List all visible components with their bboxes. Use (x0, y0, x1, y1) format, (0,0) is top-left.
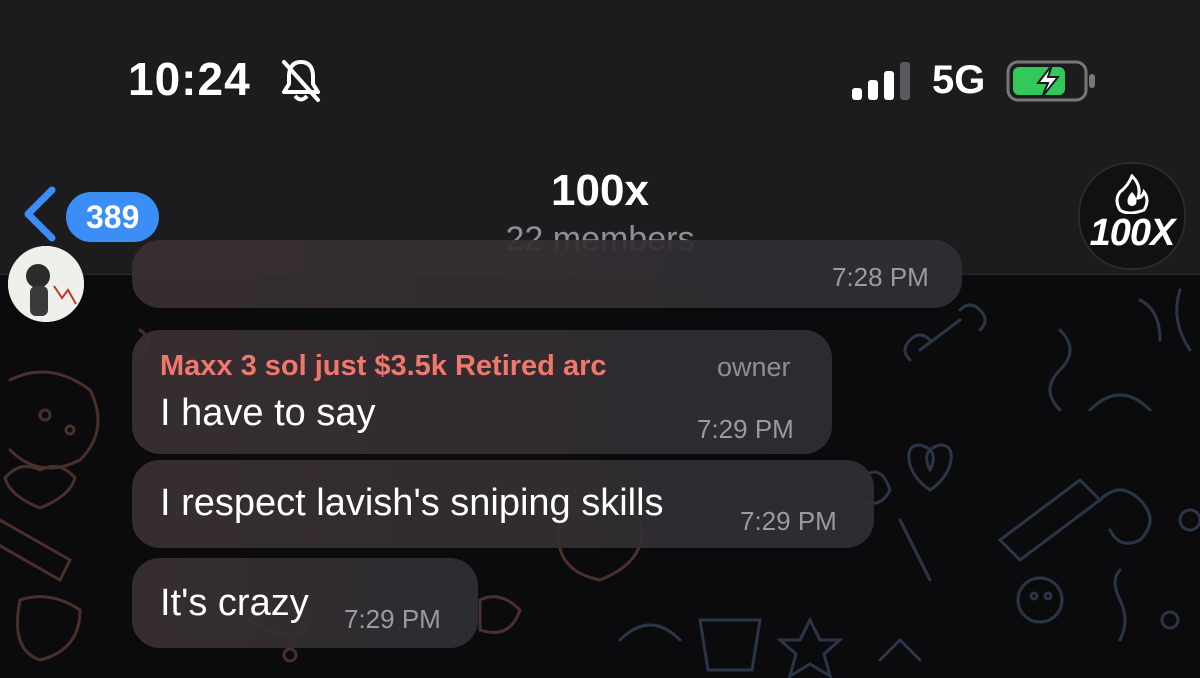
message-bubble[interactable]: I respect lavish's sniping skills 7:29 P… (132, 460, 874, 548)
network-type: 5G (932, 58, 986, 102)
signal-icon (850, 62, 914, 105)
message-time: 7:29 PM (344, 604, 441, 634)
message-time: 7:28 PM (832, 262, 929, 292)
status-time: 10:24 (128, 53, 251, 105)
message-bubble[interactable]: 7:28 PM (132, 240, 962, 308)
sender-role-badge: owner (717, 352, 791, 382)
avatar-logo-text: 100X (1089, 212, 1176, 254)
bell-slash-icon (280, 58, 322, 109)
message-bubble[interactable]: It's crazy 7:29 PM (132, 558, 478, 648)
battery-charging-icon (1006, 60, 1098, 107)
message-bubble[interactable]: Maxx 3 sol just $3.5k Retired arc owner … (132, 330, 832, 454)
group-avatar[interactable]: 100X (1078, 162, 1186, 270)
sender-avatar[interactable] (8, 246, 84, 322)
message-text: It's crazy (160, 582, 309, 624)
chat-title[interactable]: 100x (0, 166, 1200, 216)
message-text: I have to say (160, 392, 376, 434)
message-time: 7:29 PM (740, 506, 837, 536)
message-time: 7:29 PM (697, 414, 794, 444)
message-text: I respect lavish's sniping skills (160, 482, 664, 524)
chat-header: 10:24 5G 389 100x 22 members 100X (0, 0, 1200, 275)
sender-name[interactable]: Maxx 3 sol just $3.5k Retired arc (160, 350, 607, 383)
